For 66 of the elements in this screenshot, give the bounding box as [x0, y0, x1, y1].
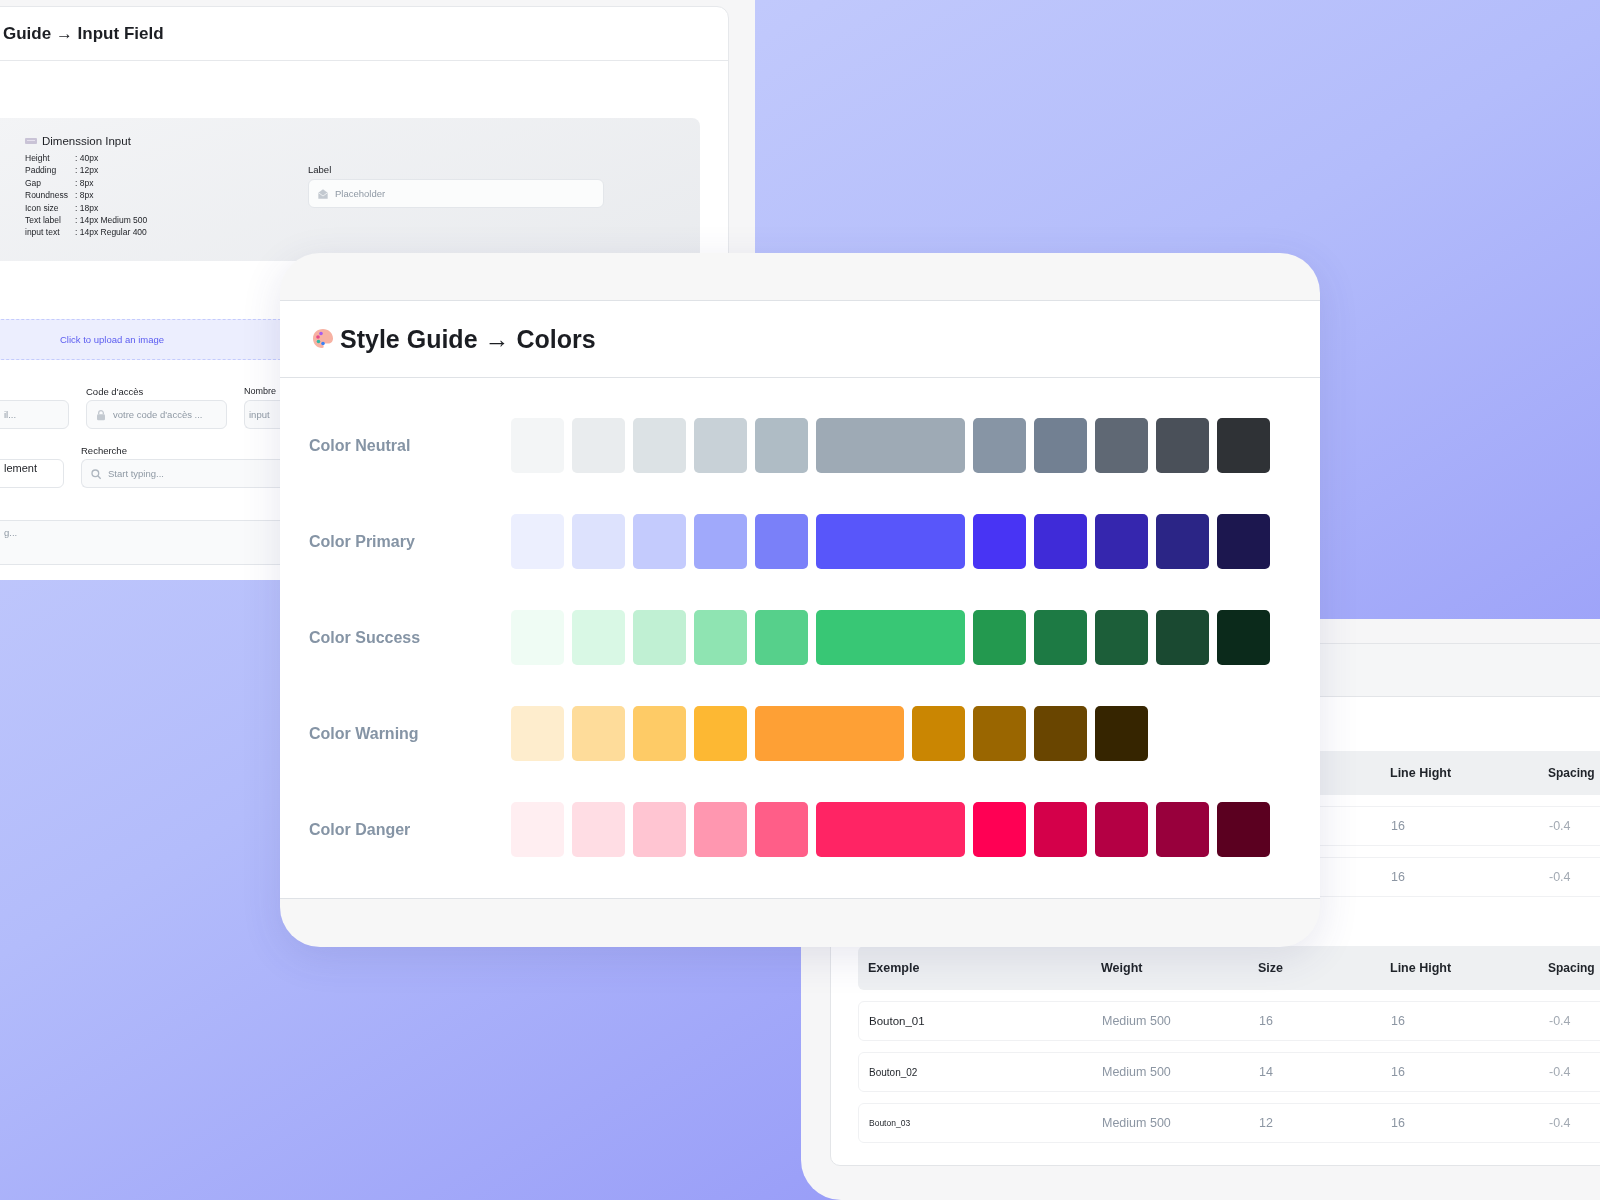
envelope-icon — [317, 187, 329, 200]
column-header: Spacing — [1547, 961, 1596, 975]
spec-value: : 12px — [75, 165, 100, 177]
spec-value: : 18px — [75, 202, 100, 215]
table-cell-text: Medium 500 — [1101, 1014, 1172, 1028]
field-label: Recherche — [81, 445, 128, 458]
input-field[interactable]: Placeholder — [308, 179, 604, 208]
input-field[interactable]: lement — [0, 459, 64, 488]
card-title: Style Guide → Colors — [340, 324, 596, 354]
column-header: Size — [1257, 961, 1284, 975]
panel-title: Dimenssion Input — [42, 135, 131, 147]
field-label: Nombre — [244, 386, 277, 398]
keyboard-icon — [25, 137, 37, 145]
table-cell-text: -0.4 — [1548, 1065, 1572, 1079]
table-cell-text: 16 — [1390, 819, 1406, 833]
search-icon — [90, 467, 102, 480]
table-cell-text: 14 — [1258, 1065, 1274, 1079]
spec-label: Roundness — [25, 190, 69, 202]
table-cell-text: -0.4 — [1548, 1116, 1572, 1130]
card-title: Guide → Input Field — [3, 23, 164, 44]
field-label: Code d'accès — [86, 386, 145, 399]
table-cell-text: -0.4 — [1548, 1014, 1572, 1028]
table-cell-text: Bouton_02 — [868, 1066, 919, 1078]
spec-value: : 14px Medium 500 — [75, 215, 149, 227]
input-field[interactable]: il... — [0, 400, 69, 429]
input-field[interactable]: input — [244, 400, 281, 429]
table-cell-text: Bouton_03 — [868, 1118, 912, 1128]
table-cell-text: 16 — [1390, 1065, 1406, 1079]
table-cell-text: -0.4 — [1548, 819, 1572, 833]
table-cell-text: -0.4 — [1548, 870, 1572, 884]
column-header: Spacing — [1547, 766, 1596, 780]
lock-icon — [95, 408, 107, 421]
spec-value: : 8px — [75, 177, 95, 190]
palette-icon — [311, 327, 335, 351]
field-label: Label — [308, 164, 333, 175]
upload-zone[interactable]: Click to upload an image — [0, 319, 281, 360]
spec-value: : 8px — [75, 190, 95, 202]
table-cell-text: 16 — [1390, 1116, 1406, 1130]
column-header: Exemple — [867, 961, 921, 975]
spec-value: : 40px — [75, 153, 100, 165]
input-field[interactable]: g... — [0, 520, 281, 565]
table-cell-text: Bouton_01 — [868, 1015, 926, 1027]
spec-label: Gap — [25, 177, 43, 190]
input-field[interactable]: Start typing... — [81, 459, 281, 488]
spec-label: Icon size — [25, 202, 60, 215]
spec-label: Height — [25, 153, 51, 165]
spec-value: : 14px Regular 400 — [75, 227, 148, 239]
table-cell-text: 16 — [1258, 1014, 1274, 1028]
spec-label: Text label — [25, 215, 62, 227]
palette-label: Color Danger — [308, 820, 412, 839]
column-header: Line Hight — [1389, 961, 1453, 975]
spec-label: input text — [25, 227, 61, 239]
upload-text: Click to upload an image — [60, 334, 165, 345]
palette-label: Color Neutral — [308, 436, 412, 455]
column-header: Line Hight — [1389, 766, 1453, 780]
table-cell-text: 16 — [1390, 1014, 1406, 1028]
input-field[interactable]: votre code d'accès ... — [86, 400, 227, 429]
table-cell-text: 12 — [1258, 1116, 1274, 1130]
table-cell-text: Medium 500 — [1101, 1116, 1172, 1130]
table-cell-text: Medium 500 — [1101, 1065, 1172, 1079]
palette-label: Color Success — [308, 628, 422, 647]
spec-label: Padding — [25, 165, 58, 177]
palette-label: Color Primary — [308, 532, 416, 551]
table-cell-text: 16 — [1390, 870, 1406, 884]
column-header: Weight — [1100, 961, 1144, 975]
palette-label: Color Warning — [308, 724, 420, 743]
